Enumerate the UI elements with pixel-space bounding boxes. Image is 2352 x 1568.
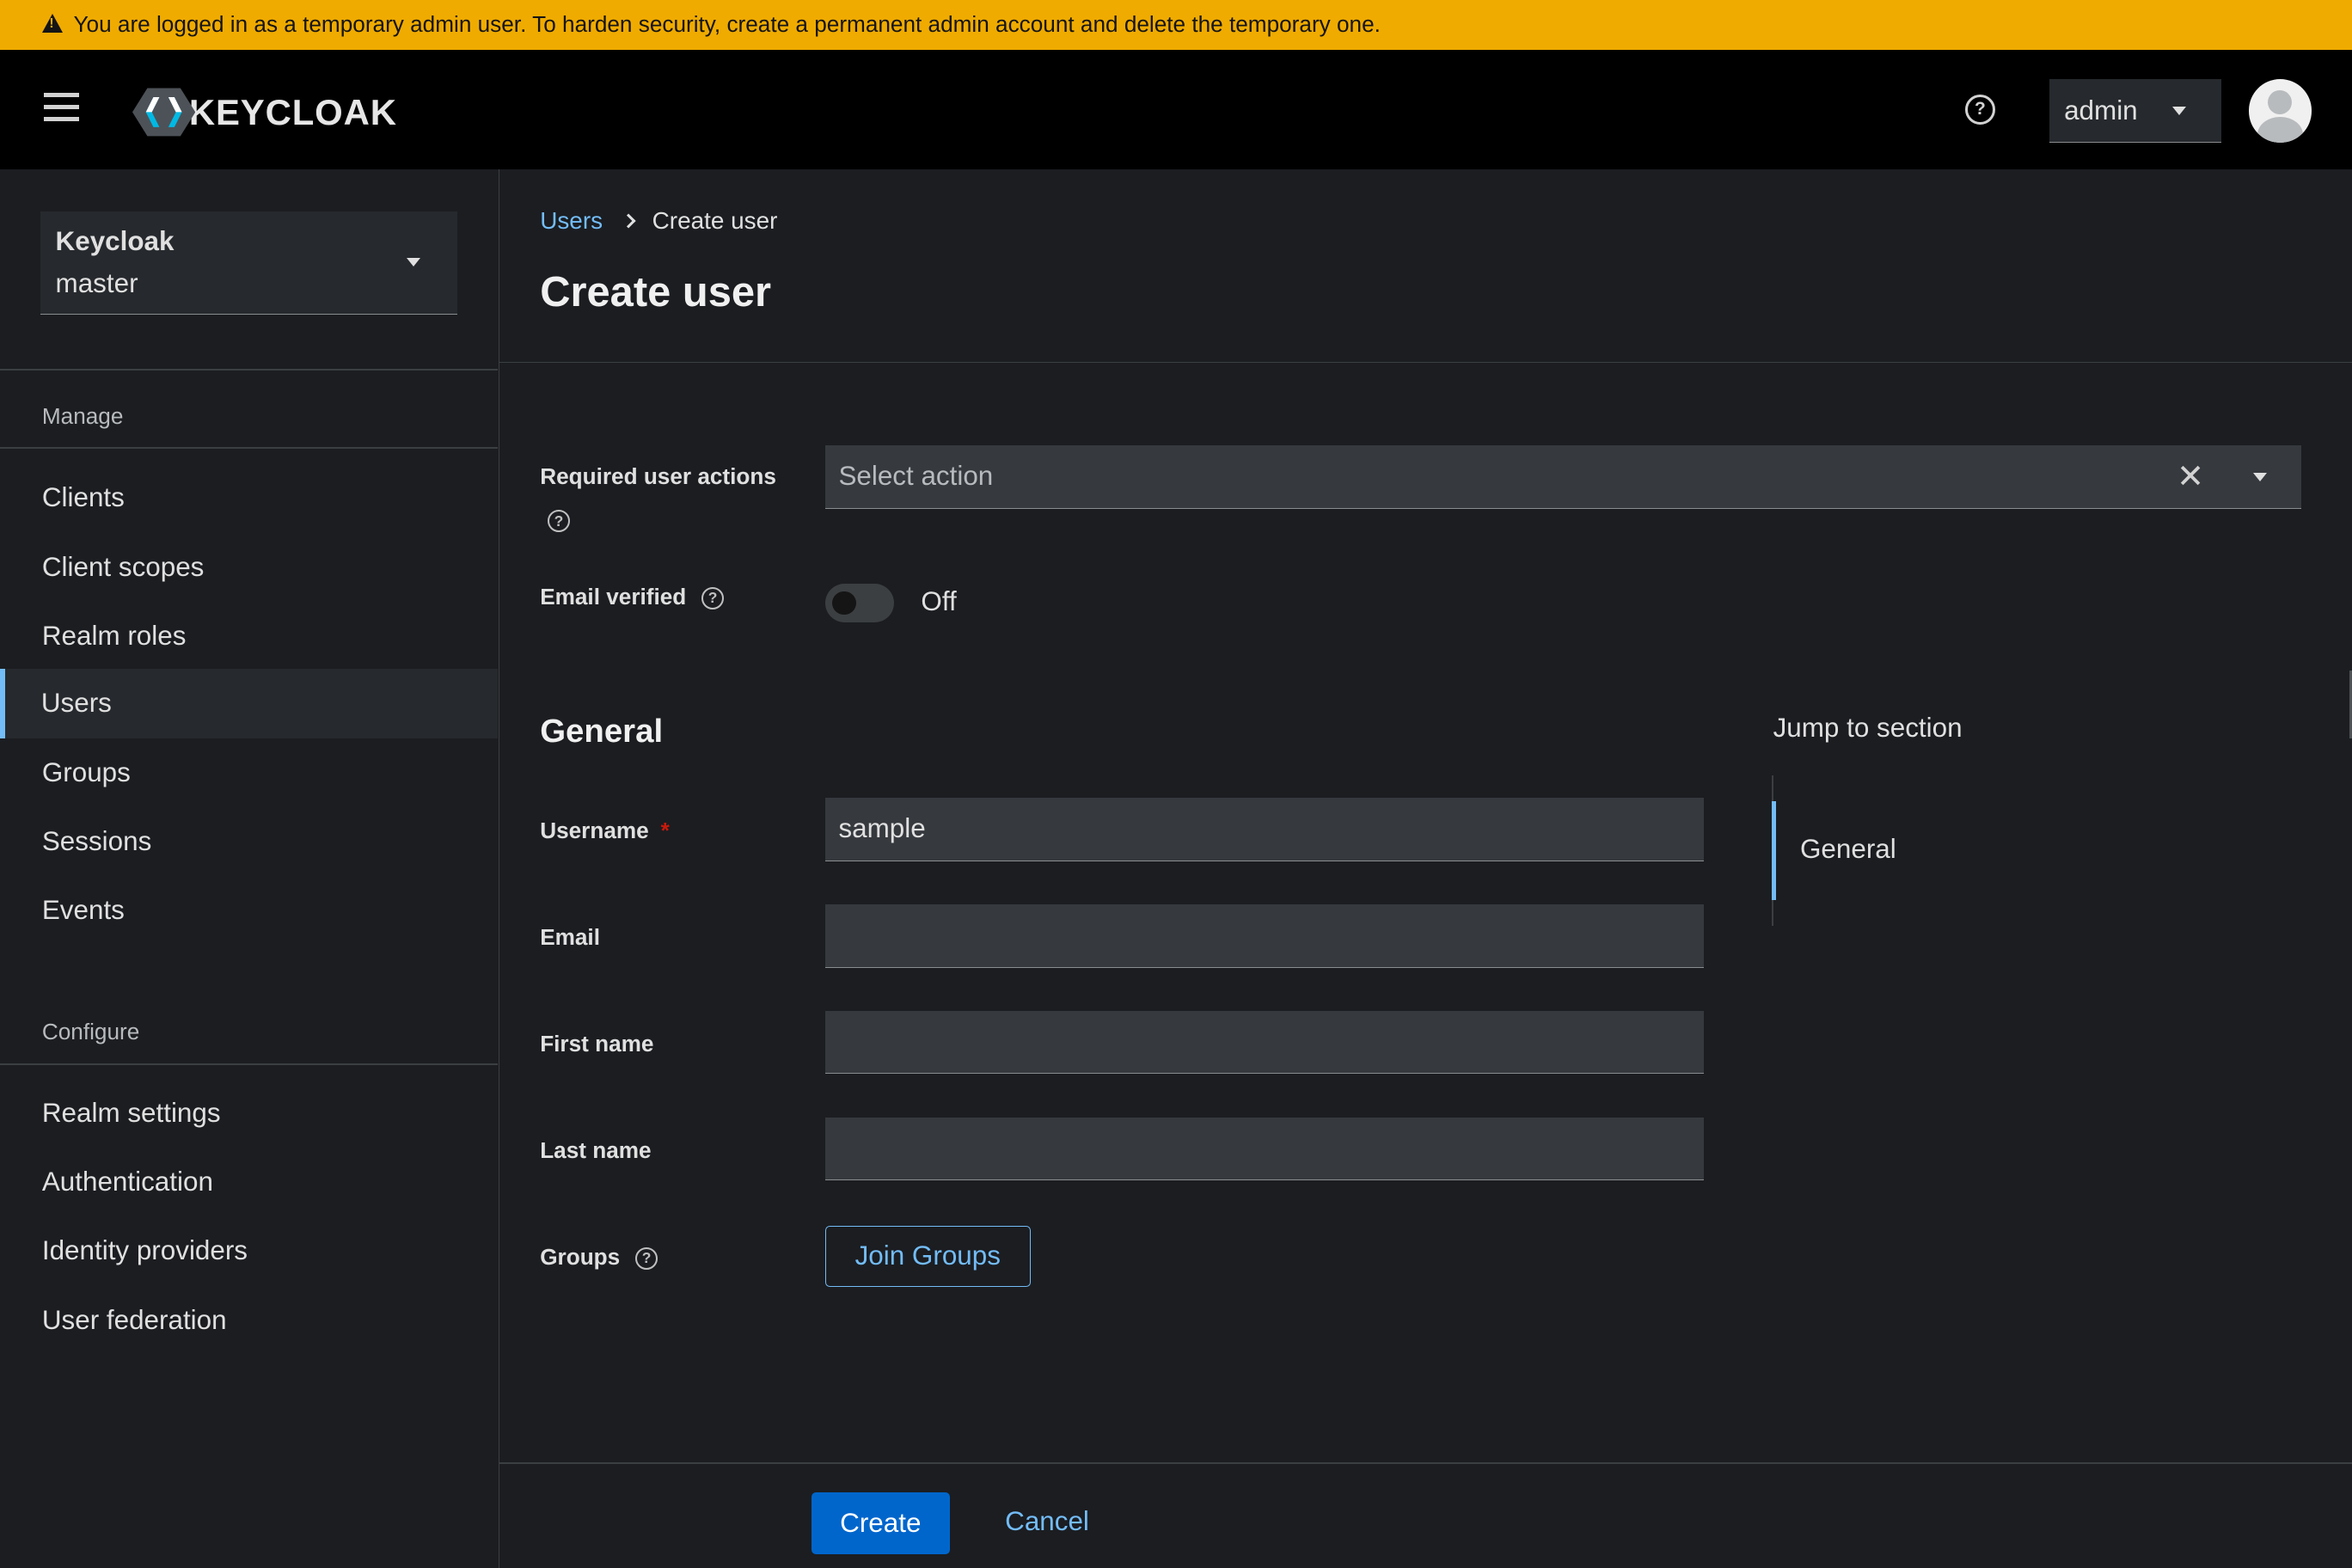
divider xyxy=(0,446,499,449)
breadcrumb-users-link[interactable]: Users xyxy=(540,207,603,235)
help-icon[interactable]: ? xyxy=(547,510,571,533)
nav-item-realm-settings[interactable]: Realm settings xyxy=(0,1079,498,1148)
page-title: Create user xyxy=(540,269,772,316)
email-label: Email xyxy=(540,923,600,950)
clear-icon[interactable]: ✕ xyxy=(2177,457,2204,496)
nav-item-sessions[interactable]: Sessions xyxy=(0,807,498,876)
divider xyxy=(0,369,499,371)
realm-name: Keycloak xyxy=(55,226,175,257)
nav-item-groups[interactable]: Groups xyxy=(0,738,498,807)
email-verified-label: Email verified ? xyxy=(540,584,725,610)
scrollbar[interactable] xyxy=(2349,671,2352,738)
email-verified-state: Off xyxy=(921,586,957,617)
last-name-label: Last name xyxy=(540,1136,652,1163)
help-icon[interactable]: ? xyxy=(701,586,725,609)
breadcrumb: Users Create user xyxy=(540,207,777,235)
divider xyxy=(499,361,2352,364)
nav-item-clients[interactable]: Clients xyxy=(0,463,498,532)
breadcrumb-current: Create user xyxy=(652,206,778,234)
user-name: admin xyxy=(2064,95,2138,126)
sidebar: Keycloak master Manage Clients Client sc… xyxy=(0,169,500,1568)
jump-active-indicator xyxy=(1771,800,1777,900)
masthead: KEYCLOAK ? admin xyxy=(0,49,2352,170)
nav-item-events[interactable]: Events xyxy=(0,876,498,945)
first-name-field[interactable] xyxy=(824,1011,1705,1075)
required-actions-label: Required user actions xyxy=(540,463,776,490)
banner-text: You are logged in as a temporary admin u… xyxy=(73,11,1381,38)
caret-down-icon[interactable] xyxy=(2252,472,2267,481)
jump-link-general[interactable]: General xyxy=(1800,834,1896,865)
realm-selector[interactable]: Keycloak master xyxy=(40,211,458,315)
email-verified-toggle[interactable] xyxy=(824,583,894,623)
jump-to-section-title: Jump to section xyxy=(1773,712,1963,743)
nav-item-identity-providers[interactable]: Identity providers xyxy=(0,1216,498,1285)
email-field[interactable] xyxy=(824,904,1705,968)
avatar[interactable] xyxy=(2248,79,2312,143)
realm-sub: master xyxy=(55,268,138,299)
user-dropdown[interactable]: admin xyxy=(2049,79,2222,143)
join-groups-button[interactable]: Join Groups xyxy=(824,1225,1031,1288)
section-title-general: General xyxy=(540,712,664,750)
divider xyxy=(0,1063,499,1065)
required-actions-select[interactable]: Select action ✕ xyxy=(824,445,2301,509)
brand-name: KEYCLOAK xyxy=(188,91,397,132)
temporary-admin-banner: You are logged in as a temporary admin u… xyxy=(0,0,2352,50)
keycloak-logo-mark xyxy=(132,88,195,137)
caret-down-icon xyxy=(2171,106,2186,115)
nav-group-configure: Configure xyxy=(41,1018,140,1044)
username-label: Username * xyxy=(540,818,670,843)
chevron-right-icon xyxy=(621,213,637,229)
nav-item-realm-roles[interactable]: Realm roles xyxy=(0,602,498,671)
keycloak-logo[interactable]: KEYCLOAK xyxy=(132,84,397,141)
groups-label: Groups ? xyxy=(540,1244,658,1271)
create-button[interactable]: Create xyxy=(812,1492,950,1554)
nav-group-manage: Manage xyxy=(41,403,124,430)
nav-item-user-federation[interactable]: User federation xyxy=(0,1285,498,1354)
caret-down-icon xyxy=(406,258,420,266)
help-icon[interactable]: ? xyxy=(1964,94,1995,125)
warning-icon xyxy=(41,14,63,33)
cancel-button[interactable]: Cancel xyxy=(1005,1506,1089,1537)
help-icon[interactable]: ? xyxy=(634,1246,658,1270)
nav-item-client-scopes[interactable]: Client scopes xyxy=(0,532,498,601)
select-placeholder: Select action xyxy=(838,461,994,492)
username-field[interactable] xyxy=(824,798,1705,861)
nav-item-authentication[interactable]: Authentication xyxy=(0,1148,498,1216)
main-content: Users Create user Create user Required u… xyxy=(499,169,2352,1567)
first-name-label: First name xyxy=(540,1030,654,1057)
divider xyxy=(499,1462,2352,1465)
last-name-field[interactable] xyxy=(824,1118,1705,1181)
nav-item-users[interactable]: Users xyxy=(0,669,499,738)
hamburger-menu-icon[interactable] xyxy=(43,93,80,123)
